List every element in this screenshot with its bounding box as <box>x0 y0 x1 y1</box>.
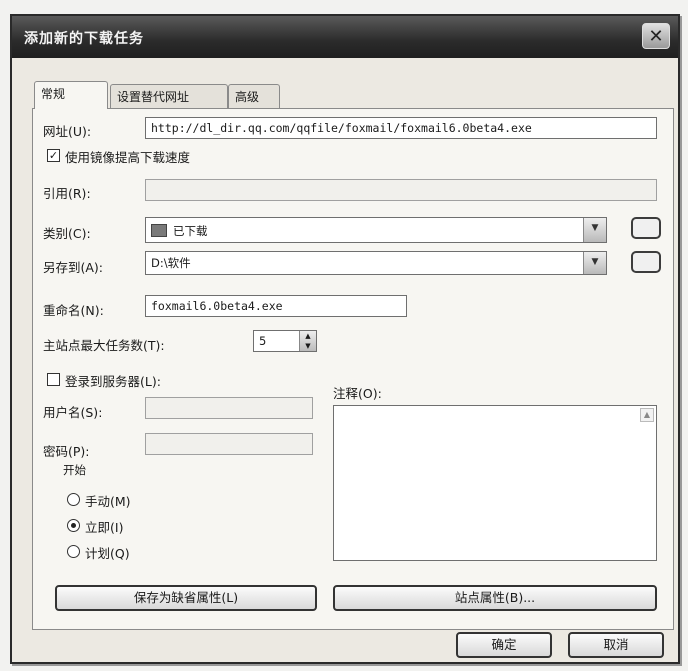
start-manual-radio[interactable] <box>67 493 80 506</box>
comment-label: 注释(O): <box>333 386 382 401</box>
tab-alternate-urls[interactable]: 设置替代网址 <box>110 84 228 108</box>
username-input[interactable] <box>145 397 313 419</box>
referrer-label: 引用(R): <box>43 186 91 201</box>
rename-label: 重命名(N): <box>43 303 104 318</box>
start-now-label: 立即(I) <box>85 520 124 535</box>
password-input[interactable] <box>145 433 313 455</box>
speedup-checkbox[interactable]: ✓ <box>47 149 60 162</box>
comment-textarea[interactable]: ▲ <box>333 405 657 561</box>
save-to-value: D:\软件 <box>151 256 191 270</box>
url-label: 网址(U): <box>43 124 92 139</box>
referrer-input[interactable] <box>145 179 657 201</box>
password-label: 密码(P): <box>43 444 90 459</box>
category-manage-button[interactable] <box>631 217 661 239</box>
start-manual-label: 手动(M) <box>85 494 131 509</box>
rename-input[interactable]: foxmail6.0beta4.exe <box>145 295 407 317</box>
max-tasks-label: 主站点最大任务数(T): <box>43 338 165 353</box>
spinner-arrows-icon[interactable]: ▲ ▼ <box>299 331 316 351</box>
close-button[interactable]: ✕ <box>642 23 670 49</box>
max-tasks-value: 5 <box>259 334 267 348</box>
add-download-task-dialog: 添加新的下载任务 ✕ 常规 设置替代网址 高级 网址(U): http://dl… <box>10 14 680 664</box>
category-value: 已下载 <box>173 224 208 238</box>
tab-general[interactable]: 常规 <box>34 81 108 109</box>
start-scheduled-radio[interactable] <box>67 545 80 558</box>
close-icon: ✕ <box>648 26 664 47</box>
dialog-title: 添加新的下载任务 <box>24 31 144 47</box>
speedup-label: 使用镜像提高下载速度 <box>65 150 191 165</box>
start-now-radio[interactable] <box>67 519 80 532</box>
start-scheduled-label: 计划(Q) <box>85 546 130 561</box>
site-properties-button[interactable]: 站点属性(B)... <box>333 585 657 611</box>
title-bar[interactable]: 添加新的下载任务 ✕ <box>12 16 678 58</box>
max-tasks-spinner[interactable]: 5 ▲ ▼ <box>253 330 317 352</box>
general-tab-panel: 网址(U): http://dl_dir.qq.com/qqfile/foxma… <box>32 108 674 630</box>
url-input[interactable]: http://dl_dir.qq.com/qqfile/foxmail/foxm… <box>145 117 657 139</box>
start-group-label: 开始 <box>63 463 86 477</box>
save-to-select[interactable]: D:\软件 ▼ <box>145 251 607 275</box>
scroll-up-icon[interactable]: ▲ <box>640 408 654 422</box>
login-label: 登录到服务器(L): <box>65 374 161 389</box>
login-checkbox[interactable] <box>47 373 60 386</box>
username-label: 用户名(S): <box>43 405 103 420</box>
chevron-down-icon[interactable]: ▼ <box>583 252 606 274</box>
browse-folder-button[interactable] <box>631 251 661 273</box>
folder-icon <box>151 224 167 237</box>
cancel-button[interactable]: 取消 <box>568 632 664 658</box>
save-to-label: 另存到(A): <box>43 260 104 275</box>
save-as-default-button[interactable]: 保存为缺省属性(L) <box>55 585 317 611</box>
chevron-down-icon[interactable]: ▼ <box>583 218 606 242</box>
ok-button[interactable]: 确定 <box>456 632 552 658</box>
tab-advanced[interactable]: 高级 <box>228 84 280 108</box>
category-label: 类别(C): <box>43 226 91 241</box>
category-select[interactable]: 已下载 ▼ <box>145 217 607 243</box>
